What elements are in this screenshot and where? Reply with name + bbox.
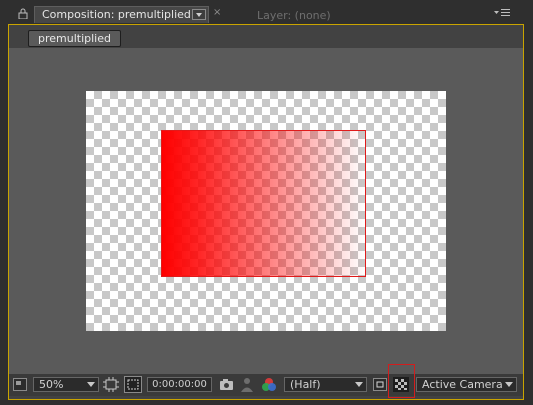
view-value: Active Camera (422, 378, 503, 391)
tab-layer[interactable]: Layer: (none) (257, 9, 331, 22)
red-gradient-layer[interactable] (161, 130, 366, 277)
lock-icon[interactable] (18, 8, 28, 19)
resolution-value: (Half) (290, 378, 321, 391)
zoom-value: 50% (39, 378, 64, 391)
chevron-down-icon (355, 382, 363, 387)
close-icon[interactable]: × (213, 8, 221, 18)
always-preview-icon[interactable] (13, 378, 27, 391)
tab-dropdown-icon[interactable] (192, 9, 206, 20)
grid-guides-icon[interactable] (103, 377, 119, 392)
current-time-display[interactable]: 0:00:00:00 (147, 377, 212, 392)
chevron-down-icon (87, 382, 95, 387)
snapshot-icon[interactable] (219, 378, 234, 391)
view-dropdown[interactable]: Active Camera (416, 377, 517, 392)
panel-menu-icon[interactable] (494, 9, 510, 18)
chevron-down-icon (505, 382, 513, 387)
left-panel-edge (0, 24, 8, 400)
mask-visibility-icon[interactable] (124, 376, 142, 393)
magnification-dropdown[interactable]: 50% (33, 377, 99, 392)
breadcrumb[interactable]: premultiplied (28, 30, 121, 47)
tab-composition-label: Composition: premultiplied (42, 8, 191, 21)
highlight-box (388, 364, 415, 398)
show-snapshot-icon[interactable] (241, 377, 253, 392)
tab-composition[interactable]: Composition: premultiplied (34, 6, 209, 23)
color-channels-icon[interactable] (261, 377, 277, 392)
region-of-interest-icon[interactable] (373, 378, 387, 391)
resolution-dropdown[interactable]: (Half) (284, 377, 367, 392)
panel-tab-bar: Composition: premultiplied × Layer: (non… (0, 0, 533, 26)
